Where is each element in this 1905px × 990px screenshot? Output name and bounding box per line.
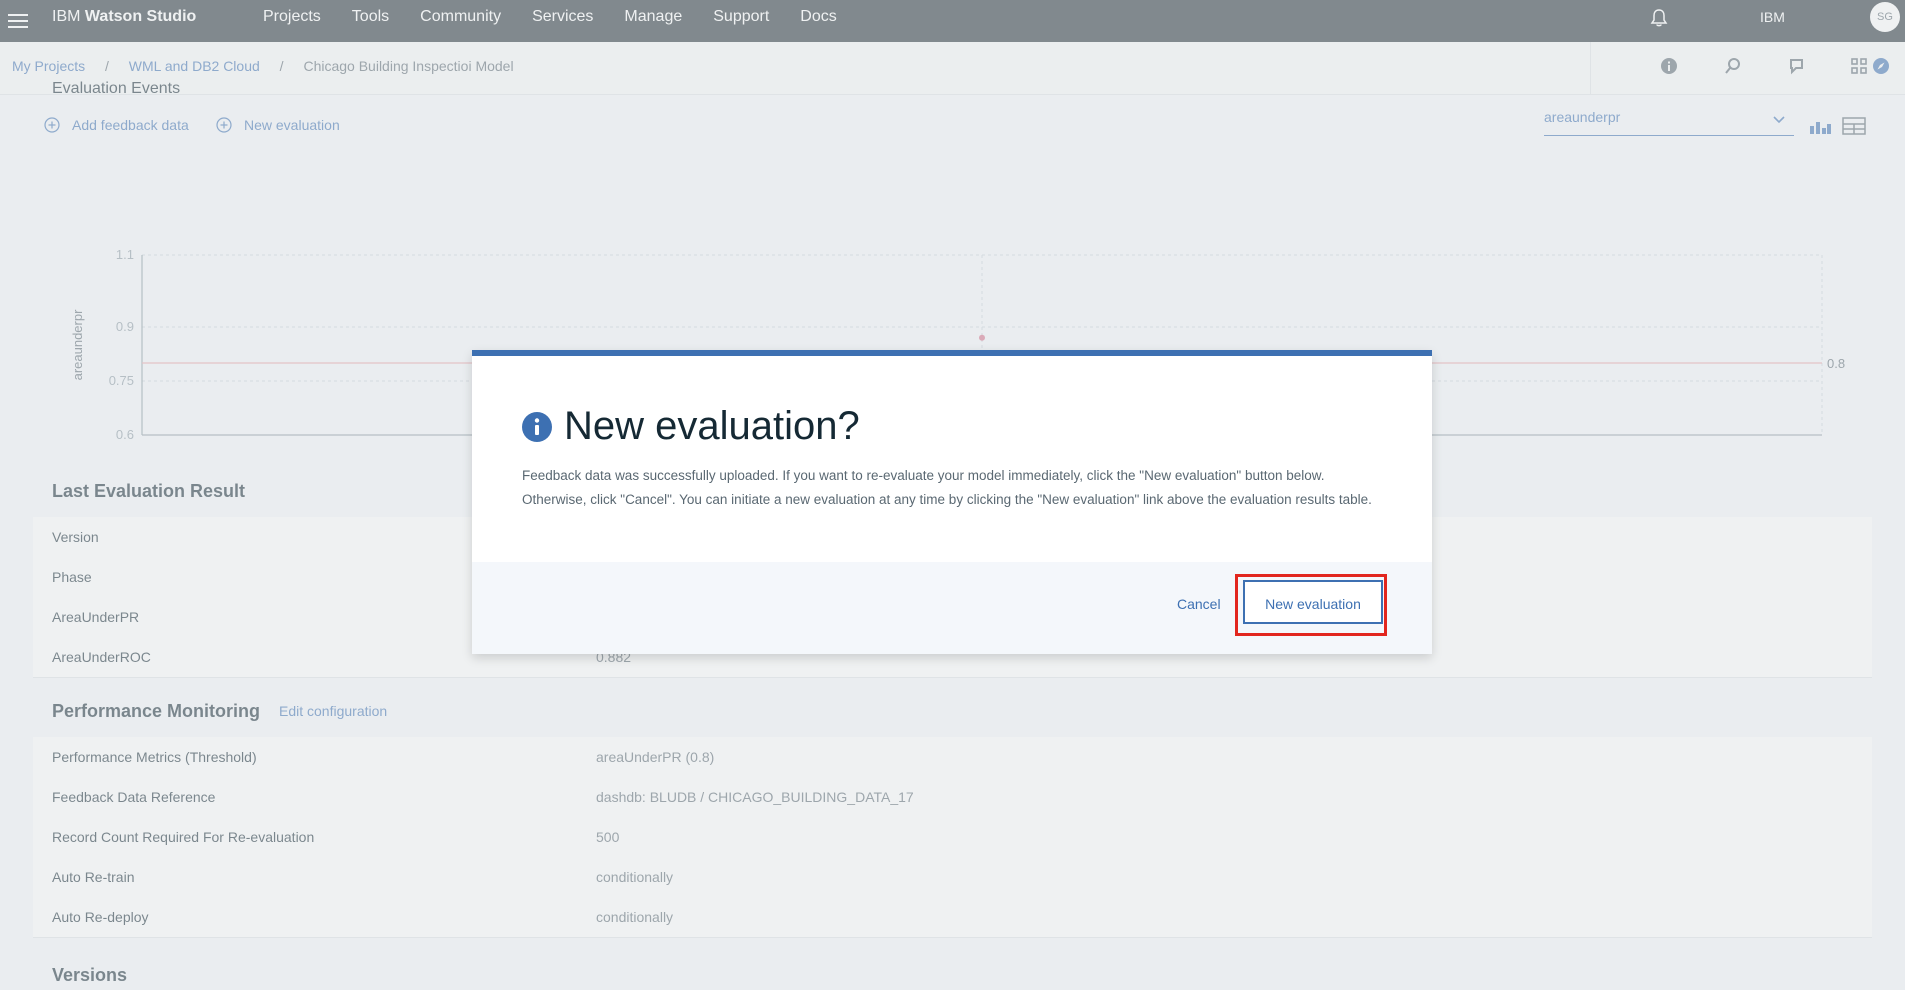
modal-footer: Cancel New evaluation (472, 562, 1432, 654)
new-evaluation-button[interactable]: New evaluation (1243, 580, 1383, 624)
modal-body-text: Feedback data was successfully uploaded.… (522, 468, 1372, 507)
modal-header: New evaluation? (522, 404, 860, 449)
new-evaluation-modal: New evaluation? Feedback data was succes… (472, 350, 1432, 654)
info-icon (522, 411, 552, 442)
cancel-button[interactable]: Cancel (1177, 596, 1221, 612)
modal-title: New evaluation? (564, 404, 860, 448)
